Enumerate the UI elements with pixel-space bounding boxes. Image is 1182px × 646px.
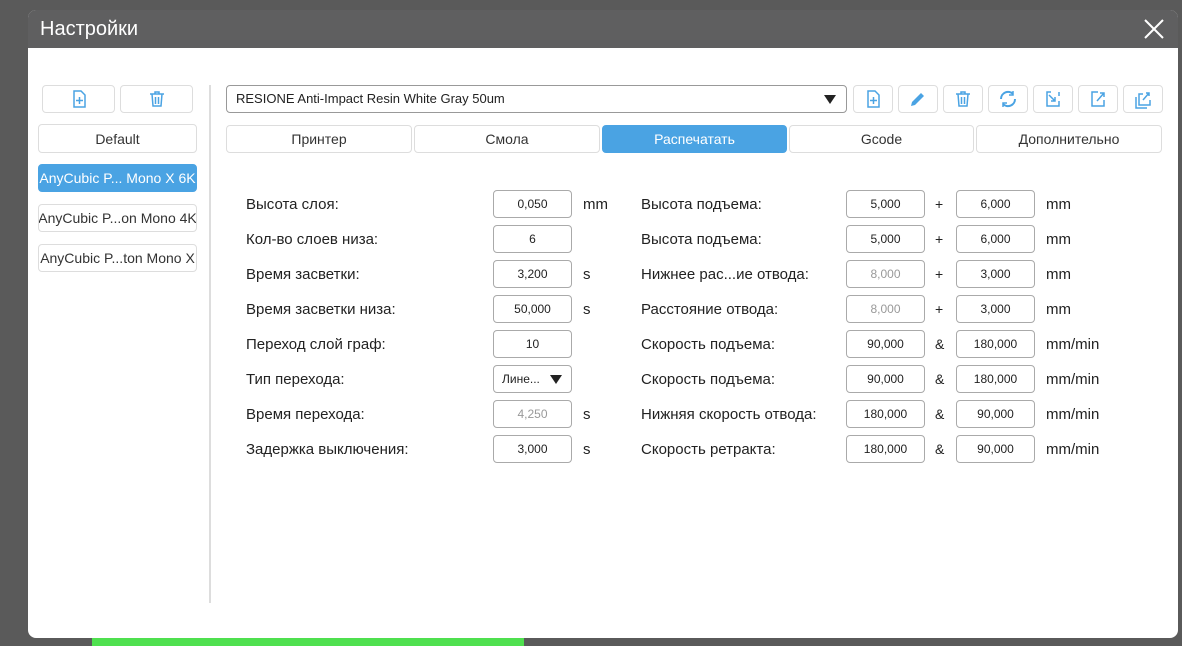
field-input-normal[interactable]: 90,000 — [956, 435, 1035, 463]
field-input[interactable]: 50,000 — [493, 295, 572, 323]
field-label: Нижняя скорость отвода: — [641, 405, 817, 423]
field-unit: mm — [1046, 195, 1071, 213]
tab-gcode[interactable]: Gcode — [789, 125, 974, 153]
close-icon[interactable] — [1140, 15, 1168, 43]
import-button[interactable] — [1033, 85, 1073, 113]
refresh-button[interactable] — [988, 85, 1028, 113]
field-label: Скорость ретракта: — [641, 440, 776, 458]
tab-advanced[interactable]: Дополнительно — [976, 125, 1162, 153]
field-unit: s — [583, 405, 591, 423]
field-operator: + — [935, 301, 944, 317]
field-input-bottom: 8,000 — [846, 295, 925, 323]
field-label: Время засветки: — [246, 265, 360, 283]
field-input-normal[interactable]: 3,000 — [956, 295, 1035, 323]
settings-dialog: Настройки Default AnyCubic P... Mono X 6… — [28, 10, 1178, 638]
field-label: Скорость подъема: — [641, 370, 776, 388]
chevron-down-icon — [550, 375, 562, 384]
field-label: Время перехода: — [246, 405, 365, 423]
field-operator: & — [935, 406, 945, 422]
field-input-normal[interactable]: 180,000 — [956, 330, 1035, 358]
field-operator: & — [935, 441, 945, 457]
add-printer-button[interactable] — [42, 85, 115, 113]
field-label: Переход слой граф: — [246, 335, 386, 353]
field-input-bottom[interactable]: 90,000 — [846, 365, 925, 393]
field-operator: + — [935, 266, 944, 282]
field-label: Высота подъема: — [641, 195, 762, 213]
resin-profile-value: RESIONE Anti-Impact Resin White Gray 50u… — [236, 91, 505, 106]
field-input[interactable]: 6 — [493, 225, 572, 253]
field-input[interactable]: 3,000 — [493, 435, 572, 463]
field-input[interactable]: 3,200 — [493, 260, 572, 288]
field-label: Расстояние отвода: — [641, 300, 779, 318]
field-unit: s — [583, 265, 591, 283]
printer-item[interactable]: AnyCubic P... Mono X 6K — [38, 164, 197, 192]
field-input-bottom: 8,000 — [846, 260, 925, 288]
field-input-bottom[interactable]: 5,000 — [846, 190, 925, 218]
field-input[interactable]: 10 — [493, 330, 572, 358]
field-label: Время засветки низа: — [246, 300, 396, 318]
field-unit: s — [583, 440, 591, 458]
new-profile-button[interactable] — [853, 85, 893, 113]
edit-profile-button[interactable] — [898, 85, 938, 113]
field-input-bottom[interactable]: 5,000 — [846, 225, 925, 253]
field-label: Кол-во слоев низа: — [246, 230, 379, 248]
tab-printer[interactable]: Принтер — [226, 125, 412, 153]
field-input-normal[interactable]: 6,000 — [956, 225, 1035, 253]
field-label: Задержка выключения: — [246, 440, 409, 458]
delete-printer-button[interactable] — [120, 85, 193, 113]
printer-item[interactable]: AnyCubic P...on Mono 4K — [38, 204, 197, 232]
field-label: Нижнее рас...ие отвода: — [641, 265, 809, 283]
field-label: Тип перехода: — [246, 370, 345, 388]
field-operator: & — [935, 371, 945, 387]
export-button[interactable] — [1078, 85, 1118, 113]
field-input-normal[interactable]: 90,000 — [956, 400, 1035, 428]
title-bar: Настройки — [28, 10, 1178, 48]
pencil-icon — [911, 93, 924, 106]
file-add-icon — [72, 90, 86, 108]
delete-profile-button[interactable] — [943, 85, 983, 113]
field-input-normal[interactable]: 6,000 — [956, 190, 1035, 218]
trash-icon — [149, 91, 164, 107]
chevron-down-icon — [824, 95, 836, 104]
field-unit: mm/min — [1046, 335, 1100, 353]
field-unit: mm — [1046, 300, 1071, 318]
file-add-icon — [867, 90, 880, 108]
field-unit: mm/min — [1046, 405, 1100, 423]
field-operator: + — [935, 231, 944, 247]
import-icon — [1046, 91, 1060, 107]
resin-profile-select[interactable]: RESIONE Anti-Impact Resin White Gray 50u… — [226, 85, 847, 113]
field-input-normal[interactable]: 3,000 — [956, 260, 1035, 288]
field-unit: mm/min — [1046, 440, 1100, 458]
tab-print[interactable]: Распечатать — [602, 125, 787, 153]
field-input[interactable]: 0,050 — [493, 190, 572, 218]
field-label: Высота слоя: — [246, 195, 339, 213]
field-operator: + — [935, 196, 944, 212]
default-button[interactable]: Default — [38, 124, 197, 153]
field-unit: mm — [1046, 265, 1071, 283]
transition-type-value: Лине... — [502, 372, 540, 386]
field-label: Скорость подъема: — [641, 335, 776, 353]
transition-type-select[interactable]: Лине... — [493, 365, 572, 393]
dialog-title: Настройки — [40, 18, 139, 40]
export-all-button[interactable] — [1123, 85, 1163, 113]
trash-icon — [956, 91, 970, 107]
background-object — [92, 637, 524, 646]
tab-resin[interactable]: Смола — [414, 125, 600, 153]
field-operator: & — [935, 336, 945, 352]
refresh-icon — [999, 90, 1017, 108]
field-input-bottom[interactable]: 90,000 — [846, 330, 925, 358]
export-icon — [1091, 91, 1105, 107]
field-input: 4,250 — [493, 400, 572, 428]
field-unit: mm/min — [1046, 370, 1100, 388]
field-label: Высота подъема: — [641, 230, 762, 248]
divider — [209, 85, 211, 603]
export-all-icon — [1135, 92, 1151, 109]
field-unit: s — [583, 300, 591, 318]
field-input-normal[interactable]: 180,000 — [956, 365, 1035, 393]
field-input-bottom[interactable]: 180,000 — [846, 400, 925, 428]
field-unit: mm — [1046, 230, 1071, 248]
field-input-bottom[interactable]: 180,000 — [846, 435, 925, 463]
field-unit: mm — [583, 195, 608, 213]
printer-item[interactable]: AnyCubic P...ton Mono X — [38, 244, 197, 272]
